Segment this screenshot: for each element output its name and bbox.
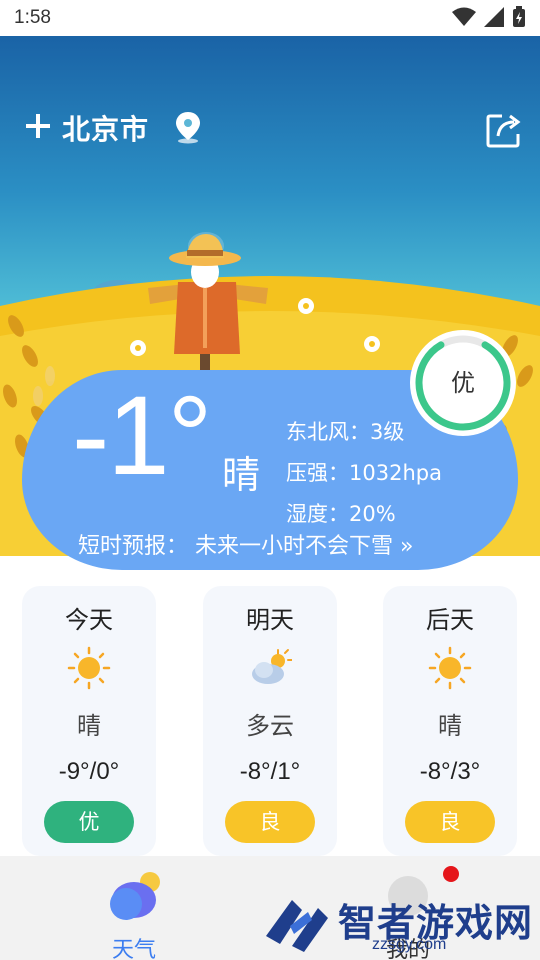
forecast-tomorrow[interactable]: 明天 多云 -8°/1° 良 xyxy=(203,586,337,856)
nav-weather-label: 天气 xyxy=(111,938,156,960)
share-icon[interactable] xyxy=(484,110,524,150)
status-time: 1:58 xyxy=(14,7,51,28)
battery-icon xyxy=(513,6,525,27)
watermark-logo-icon xyxy=(266,900,328,952)
weather-tab-icon xyxy=(110,872,160,920)
day-aqi-badge: 良 xyxy=(405,801,495,843)
day-name: 后天 xyxy=(426,606,474,634)
day-name: 今天 xyxy=(65,606,113,634)
city-name[interactable]: 北京市 xyxy=(62,108,149,148)
aqi-label: 优 xyxy=(451,369,475,397)
signal-icon xyxy=(484,7,504,27)
current-temperature: -1° xyxy=(72,373,212,498)
add-city-icon[interactable] xyxy=(24,112,52,140)
current-condition: 晴 xyxy=(222,453,261,497)
sun-icon xyxy=(428,646,472,690)
pressure-info: 压强：1032hpa xyxy=(286,461,442,485)
day-aqi-badge: 良 xyxy=(225,801,315,843)
aqi-indicator[interactable]: 优 xyxy=(410,330,516,436)
day-condition: 晴 xyxy=(77,712,101,740)
forecast-list: 今天 晴 -9°/0° 优 明天 多云 -8°/1° 良 后天 晴 -8°/3°… xyxy=(0,586,540,856)
day-condition: 晴 xyxy=(438,712,462,740)
short-forecast-link[interactable]: 短时预报： 未来一小时不会下雪 » xyxy=(78,528,413,560)
notification-dot xyxy=(443,866,459,882)
sun-icon xyxy=(67,646,111,690)
status-bar: 1:58 xyxy=(0,0,540,36)
day-condition: 多云 xyxy=(246,712,294,740)
day-temp-range: -8°/1° xyxy=(239,758,301,785)
wifi-icon xyxy=(452,7,476,26)
watermark: 智者游戏网 zzsgy.com xyxy=(262,886,540,960)
partly-cloudy-icon xyxy=(252,649,292,684)
day-temp-range: -8°/3° xyxy=(419,758,481,785)
nav-tab-weather[interactable]: 天气 xyxy=(86,866,182,960)
forecast-today[interactable]: 今天 晴 -9°/0° 优 xyxy=(22,586,156,856)
day-temp-range: -9°/0° xyxy=(58,758,120,785)
forecast-day-after[interactable]: 后天 晴 -8°/3° 良 xyxy=(383,586,517,856)
watermark-url: zzsgy.com xyxy=(372,936,447,953)
location-pin-icon[interactable] xyxy=(174,110,202,144)
day-aqi-badge: 优 xyxy=(44,801,134,843)
day-name: 明天 xyxy=(246,606,294,634)
